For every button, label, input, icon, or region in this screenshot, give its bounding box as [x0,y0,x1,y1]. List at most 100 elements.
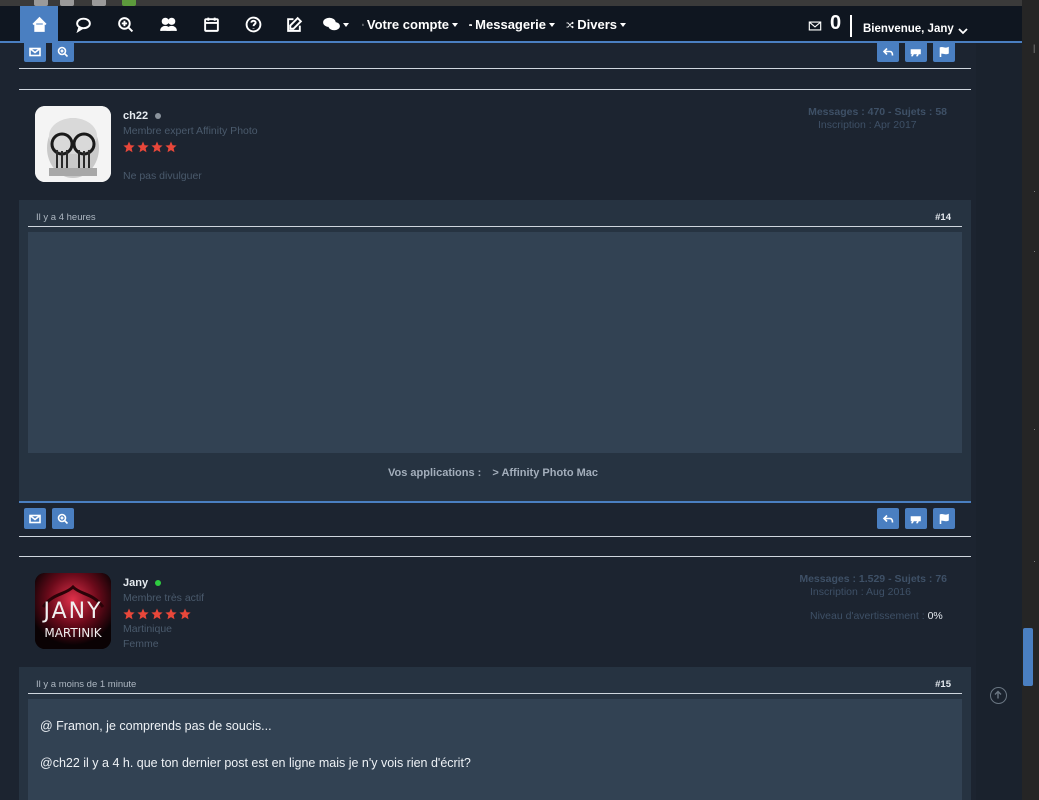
avatar-image: JANY MARTINIK [35,573,111,649]
post-body-container: Il y a 4 heures #14 Vos applications : >… [19,200,971,501]
report-button[interactable] [933,41,955,62]
comments-icon [323,17,340,31]
post-divider [19,556,971,557]
chat-button[interactable] [70,6,96,43]
envelope-outline-icon [808,21,822,31]
user-post-stats: Messages : 1.529 - Sujets : 76 [799,573,947,585]
star-icon [137,141,149,153]
username[interactable]: Jany [123,577,162,589]
envelope-icon [29,47,41,56]
caret-down-icon [452,22,458,27]
post-number[interactable]: #14 [935,212,951,223]
edge-glyph: · [1033,186,1036,196]
view-profile-button[interactable] [52,41,74,62]
edge-glyph: · [1033,424,1036,434]
home-button[interactable] [20,6,58,43]
report-button[interactable] [933,508,955,529]
top-navbar: Votre compte Messagerie Divers 0 Bienven… [0,6,1022,43]
post-number[interactable]: #15 [935,679,951,690]
avatar-image [35,106,111,182]
misc-label: Divers [577,17,617,32]
user-location: Martinique [123,623,173,635]
warning-value: 0% [927,610,943,622]
message-line: @ch22 il y a 4 h. que ton dernier post e… [40,756,471,770]
post-content: @ Framon, je comprends pas de soucis... … [28,699,962,800]
message-line: @ Framon, je comprends pas de soucis... [40,719,272,733]
post-divider [19,68,971,69]
reply-button[interactable] [877,41,899,62]
avatar-subtitle: MARTINIK [44,626,102,640]
online-status-icon [155,580,162,587]
star-icon [123,608,135,620]
zoom-icon [57,46,69,57]
private-message-button[interactable] [24,41,46,62]
username-text: Jany [123,577,149,589]
avatar-title: JANY [41,599,102,624]
user-rating-stars [123,141,177,155]
caret-down-icon [620,22,626,27]
quote-icon [910,515,921,524]
username[interactable]: ch22 [123,110,162,122]
quote-button[interactable] [905,41,927,62]
avatar[interactable] [35,106,111,182]
chat-icon [75,17,91,33]
user-location: Ne pas divulguer [123,170,202,182]
edge-glyph: | [1033,43,1036,53]
star-icon [165,608,177,620]
forum-page: Votre compte Messagerie Divers 0 Bienven… [0,0,1039,800]
reply-icon [882,47,894,56]
members-button[interactable] [155,6,181,43]
post-header-rule [28,693,962,694]
user-post-stats: Messages : 470 - Sujets : 58 [808,106,947,118]
post-body-container: Il y a moins de 1 minute #15 @ Framon, j… [19,667,971,800]
help-button[interactable] [240,6,266,43]
edge-glyph: · [1033,246,1036,256]
star-icon [137,608,149,620]
calendar-button[interactable] [198,6,224,43]
unread-mail-indicator[interactable]: 0 [808,12,841,35]
offline-status-icon [155,113,162,120]
warning-level: Niveau d'avertissement : 0% [810,610,943,622]
quote-button[interactable] [905,508,927,529]
arrow-up-icon [994,690,1002,699]
reply-icon [882,514,894,523]
warning-label: Niveau d'avertissement : [810,610,925,622]
scroll-to-top-button[interactable] [990,687,1007,704]
user-join-date: Inscription : Aug 2016 [810,586,911,598]
user-icon [362,23,364,26]
star-icon [151,608,163,620]
chevron-down-icon[interactable] [958,26,968,36]
user-join-date: Inscription : Apr 2017 [818,119,917,131]
edit-icon [286,16,302,32]
user-apps-signature: Vos applications : > Affinity Photo Mac [388,467,598,479]
star-icon [123,141,135,153]
unread-mail-count: 0 [830,12,842,34]
help-icon [245,16,261,33]
flag-icon [939,46,949,57]
scrollbar-thumb[interactable] [1023,628,1033,686]
reply-button[interactable] [877,508,899,529]
messaging-label: Messagerie [475,17,546,32]
post-content [28,232,962,453]
post-divider [19,536,971,537]
discussions-menu[interactable] [320,6,352,43]
user-rank: Membre très actif [123,592,205,604]
messaging-menu[interactable]: Messagerie [469,6,555,43]
private-message-button[interactable] [24,508,46,529]
avatar[interactable]: JANY MARTINIK [35,573,111,649]
apps-value: > Affinity Photo Mac [492,467,598,479]
user-gender: Femme [123,638,159,650]
apps-label: Vos applications : [388,467,482,479]
post-time: Il y a moins de 1 minute [36,679,137,690]
misc-menu[interactable]: Divers [566,6,626,43]
shuffle-icon [566,21,574,28]
account-menu[interactable]: Votre compte [362,6,458,43]
users-icon [159,17,177,32]
post-header-rule [28,226,962,227]
view-profile-button[interactable] [52,508,74,529]
write-button[interactable] [281,6,307,43]
search-button[interactable] [112,6,138,43]
welcome-text[interactable]: Bienvenue, Jany [863,23,954,35]
account-label: Votre compte [366,17,449,32]
navbar-separator [850,15,852,37]
